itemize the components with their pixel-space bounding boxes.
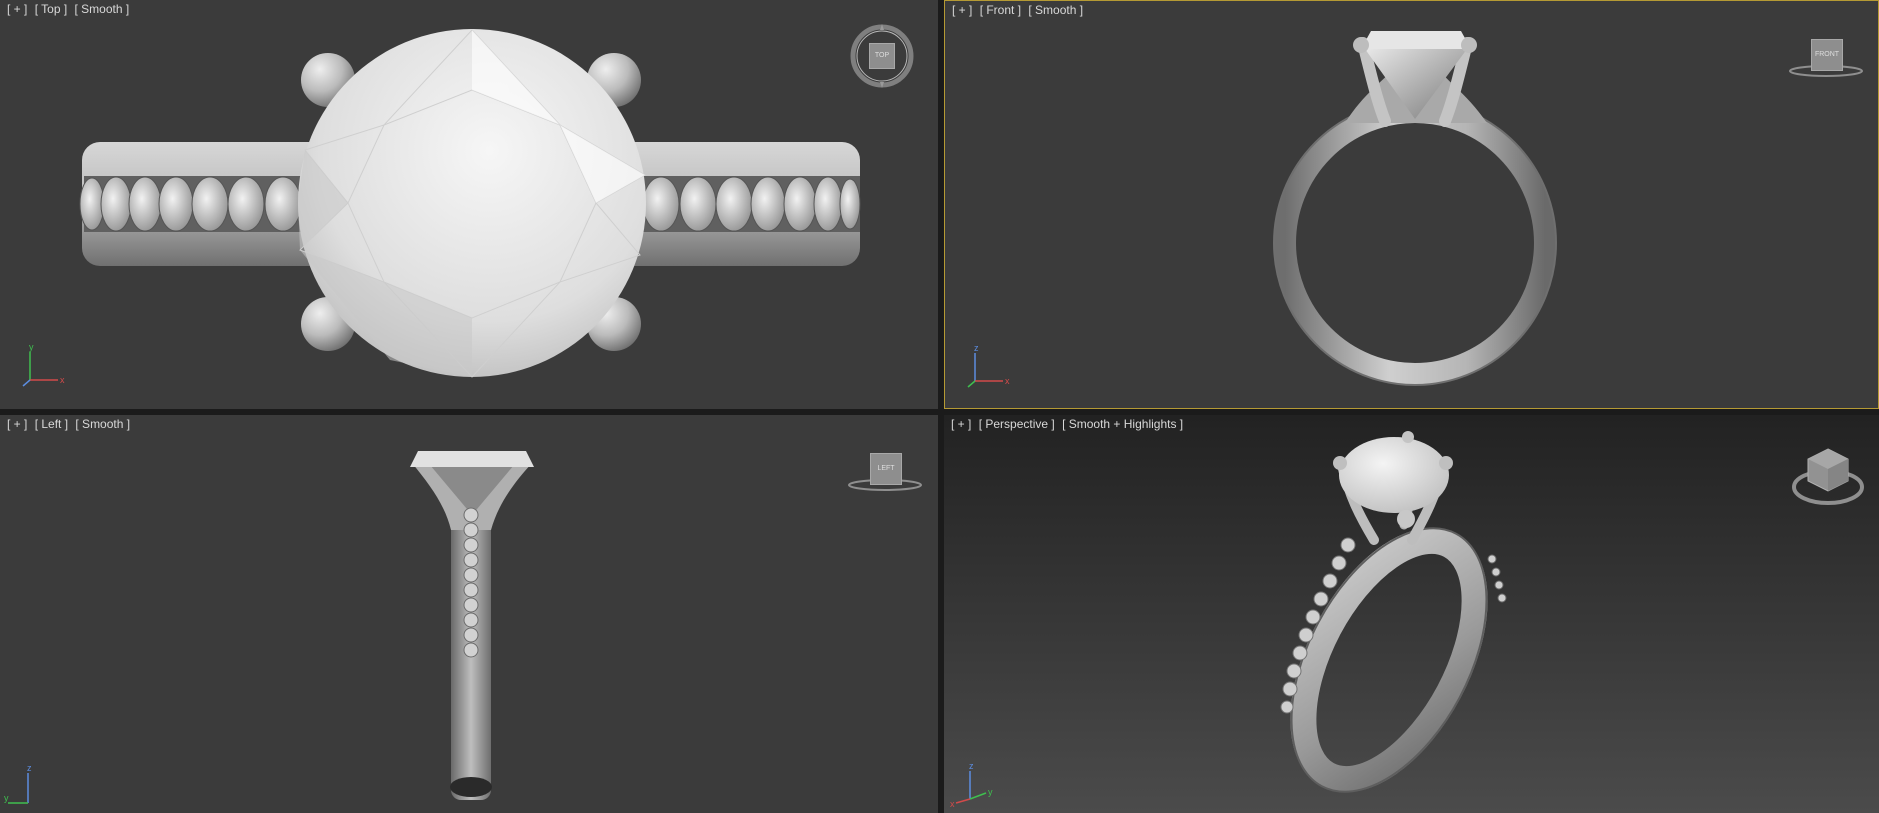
svg-text:x: x (60, 375, 65, 385)
viewport-front-plus-menu[interactable]: [ + ] (952, 3, 972, 17)
viewcube-top[interactable]: TOP (848, 22, 916, 90)
viewcube-front[interactable]: FRONT (1787, 35, 1865, 79)
viewcube-perspective[interactable] (1790, 445, 1866, 507)
svg-text:y: y (4, 793, 9, 803)
viewcube-3d-cube-icon (1792, 448, 1864, 505)
viewport-left[interactable]: [ + ] [ Left ] [ Smooth ] LEFT z y (0, 415, 938, 813)
ring-front-view (1273, 31, 1557, 386)
axis-tripod-front-icon: z x (967, 343, 1010, 388)
viewport-top-view-menu[interactable]: [ Top ] (35, 2, 67, 16)
svg-text:z: z (974, 343, 979, 353)
viewcube-left-face[interactable]: LEFT (870, 453, 902, 485)
svg-text:x: x (950, 799, 955, 809)
ring-left-view (410, 451, 534, 800)
viewport-perspective-view-menu[interactable]: [ Perspective ] (979, 417, 1055, 431)
viewport-perspective-label[interactable]: [ + ] [ Perspective ] [ Smooth + Highlig… (951, 417, 1187, 431)
axis-tripod-perspective-icon: z y x (950, 761, 993, 809)
axis-tripod-left-icon: z y (4, 763, 32, 804)
ring-top-view (79, 29, 861, 378)
viewport-left-shading-menu[interactable]: [ Smooth ] (75, 417, 130, 431)
viewport-front-view-menu[interactable]: [ Front ] (980, 3, 1021, 17)
svg-text:x: x (1005, 376, 1010, 386)
viewport-perspective-shading-menu[interactable]: [ Smooth + Highlights ] (1062, 417, 1183, 431)
viewcube-top-face[interactable]: TOP (869, 43, 895, 69)
viewport-top-shading-menu[interactable]: [ Smooth ] (75, 2, 130, 16)
axis-tripod-top-icon: y x (22, 342, 65, 387)
viewport-left-view-menu[interactable]: [ Left ] (35, 417, 68, 431)
ring-perspective-view (1280, 431, 1507, 793)
viewport-left-label[interactable]: [ + ] [ Left ] [ Smooth ] (7, 417, 134, 431)
viewport-top[interactable]: [ + ] [ Top ] [ Smooth ] TOP y x (0, 0, 938, 409)
viewport-perspective-plus-menu[interactable]: [ + ] (951, 417, 971, 431)
viewcube-front-face[interactable]: FRONT (1811, 39, 1843, 71)
viewport-perspective[interactable]: [ + ] [ Perspective ] [ Smooth + Highlig… (944, 415, 1879, 813)
svg-text:y: y (988, 787, 993, 797)
viewport-front-label[interactable]: [ + ] [ Front ] [ Smooth ] (952, 3, 1087, 17)
svg-text:z: z (27, 763, 32, 773)
viewport-left-plus-menu[interactable]: [ + ] (7, 417, 27, 431)
svg-text:y: y (29, 342, 34, 352)
viewport-front-shading-menu[interactable]: [ Smooth ] (1028, 3, 1083, 17)
svg-text:z: z (969, 761, 974, 771)
viewport-layout: [ + ] [ Top ] [ Smooth ] TOP y x [+] [… (0, 0, 1879, 813)
viewcube-left[interactable]: LEFT (846, 451, 924, 493)
viewport-top-plus-menu[interactable]: [ + ] (7, 2, 27, 16)
viewport-front[interactable]: [ + ] [ Front ] [ Smooth ] FRONT z x (944, 0, 1879, 409)
viewport-top-label[interactable]: [ + ] [ Top ] [ Smooth ] (7, 2, 133, 16)
